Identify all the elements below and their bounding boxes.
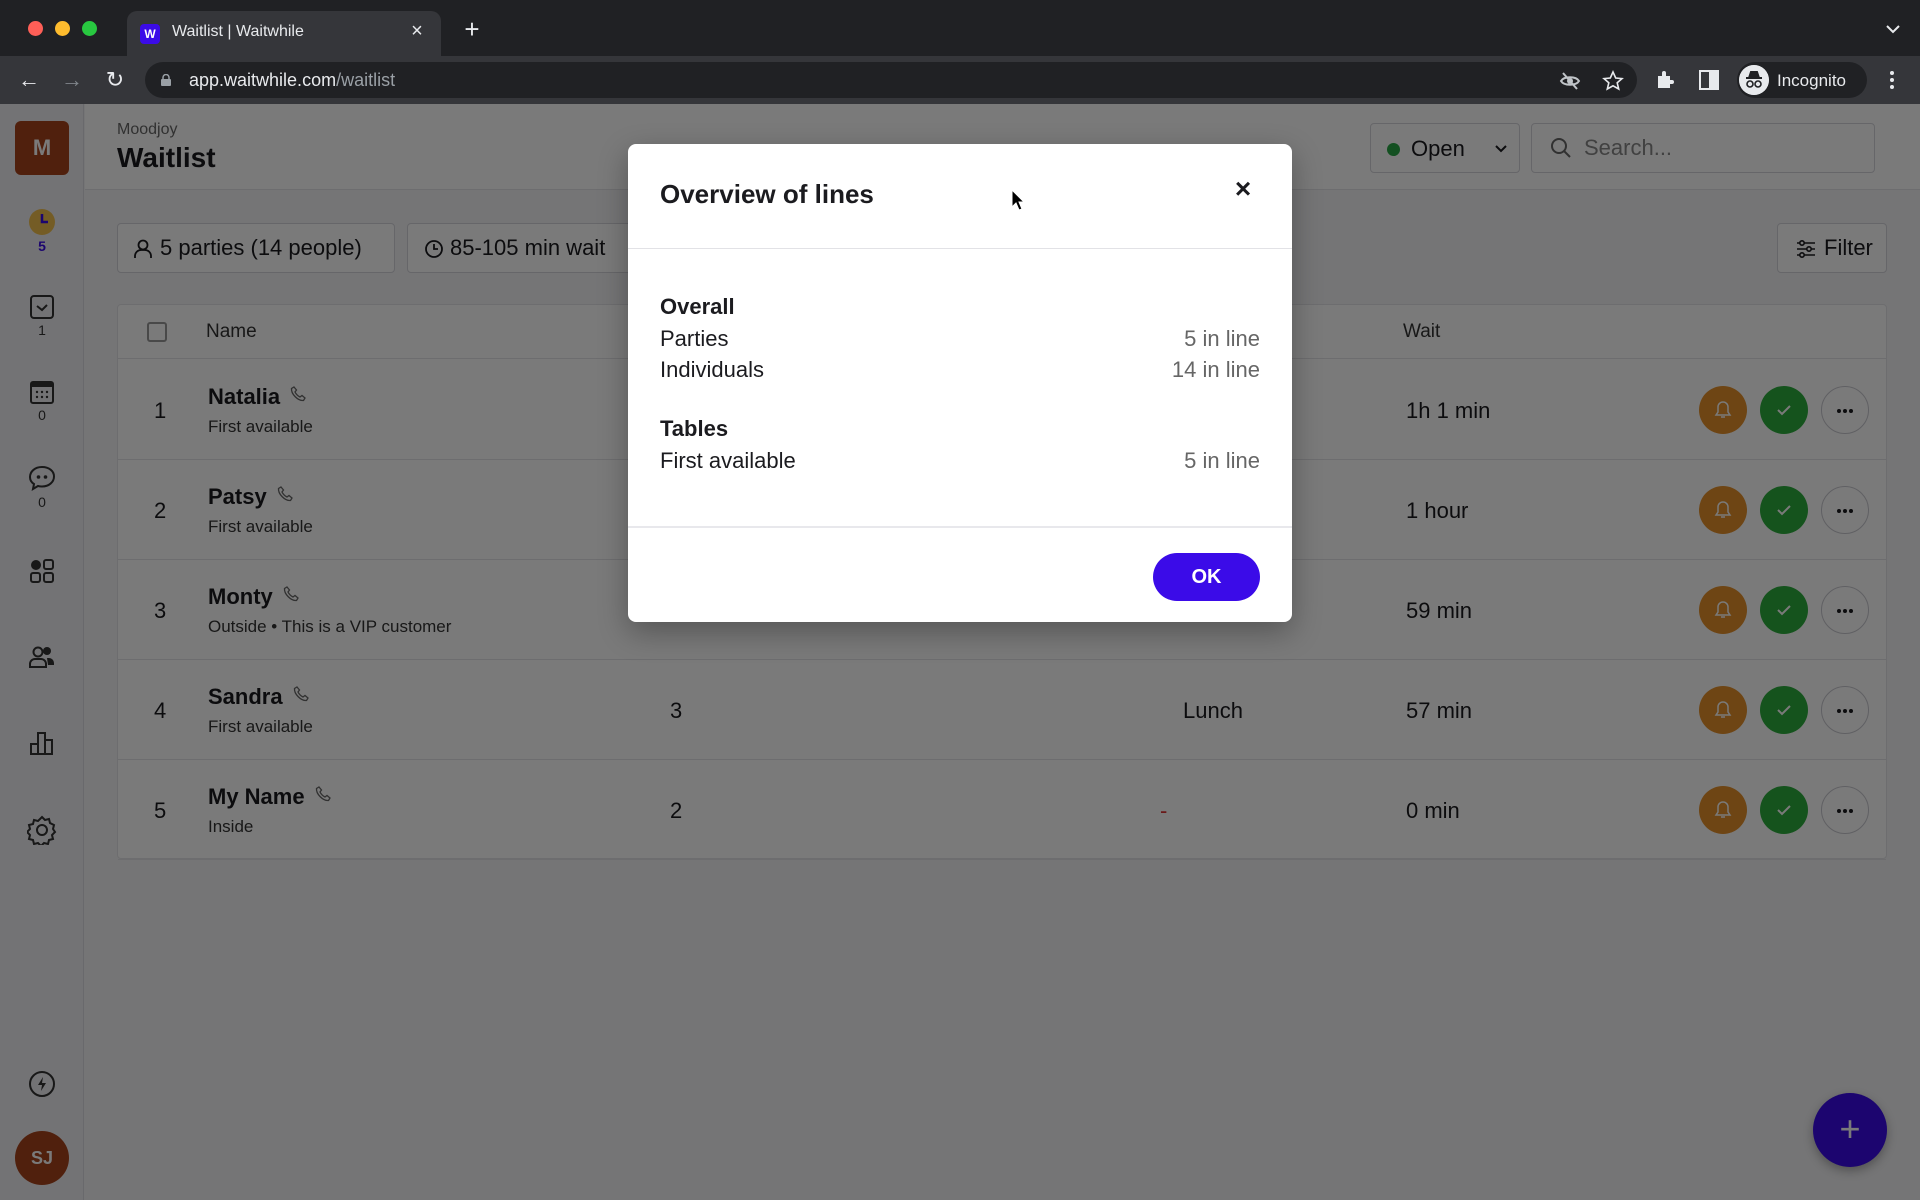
line-row-parties: Parties 5 in line (660, 326, 1260, 356)
line-row-individuals: Individuals 14 in line (660, 357, 1260, 387)
back-arrow-icon[interactable]: ← (15, 66, 43, 94)
url-text: app.waitwhile.com/waitlist (189, 70, 395, 91)
line-label: First available (660, 448, 796, 473)
line-value: 5 in line (1184, 326, 1260, 351)
dialog-divider (628, 526, 1292, 528)
star-icon[interactable] (1602, 70, 1624, 92)
forward-arrow-icon[interactable]: → (58, 66, 86, 94)
extensions-puzzle-icon[interactable] (1654, 68, 1678, 92)
browser-menu-icon[interactable] (1882, 68, 1902, 92)
incognito-icon (1739, 65, 1769, 95)
address-bar[interactable]: app.waitwhile.com/waitlist (145, 62, 1637, 98)
section-title-tables: Tables (660, 416, 729, 441)
line-value: 14 in line (1171, 357, 1260, 382)
eye-off-icon[interactable] (1559, 70, 1581, 92)
line-label: Parties (660, 326, 729, 351)
section-title-overall: Overall (660, 294, 735, 319)
incognito-profile-button[interactable]: Incognito (1737, 62, 1867, 98)
tab-list-chevron-icon[interactable] (1884, 20, 1902, 38)
new-tab-button[interactable]: + (458, 16, 486, 44)
browser-toolbar: ← → ↻ app.waitwhile.com/waitlist Incogni… (0, 56, 1920, 104)
line-row-first-available: First available 5 in line (660, 448, 1260, 478)
ok-button[interactable]: OK (1153, 553, 1260, 601)
browser-tab-bar: W Waitlist | Waitwhile × + (0, 0, 1920, 56)
incognito-label: Incognito (1777, 71, 1846, 90)
dialog-divider (628, 248, 1292, 249)
tab-close-icon[interactable]: × (405, 19, 429, 43)
side-panel-icon[interactable] (1697, 68, 1721, 92)
url-host: app.waitwhile.com (189, 70, 337, 90)
mouse-cursor-icon (1011, 189, 1025, 211)
close-icon[interactable]: × (1228, 174, 1258, 204)
line-label: Individuals (660, 357, 764, 382)
tab-title: Waitlist | Waitwhile (172, 23, 304, 40)
url-path: /waitlist (336, 70, 396, 90)
overview-of-lines-dialog: Overview of lines × Overall Parties 5 in… (628, 144, 1292, 622)
waitwhile-favicon-icon: W (140, 24, 160, 44)
browser-tab[interactable]: W Waitlist | Waitwhile × (127, 11, 441, 56)
reload-icon[interactable]: ↻ (101, 66, 129, 94)
window-close-button[interactable] (28, 21, 43, 36)
lock-icon (161, 74, 171, 86)
window-zoom-button[interactable] (82, 21, 97, 36)
dialog-title: Overview of lines (660, 179, 874, 209)
window-minimize-button[interactable] (55, 21, 70, 36)
line-value: 5 in line (1184, 448, 1260, 473)
